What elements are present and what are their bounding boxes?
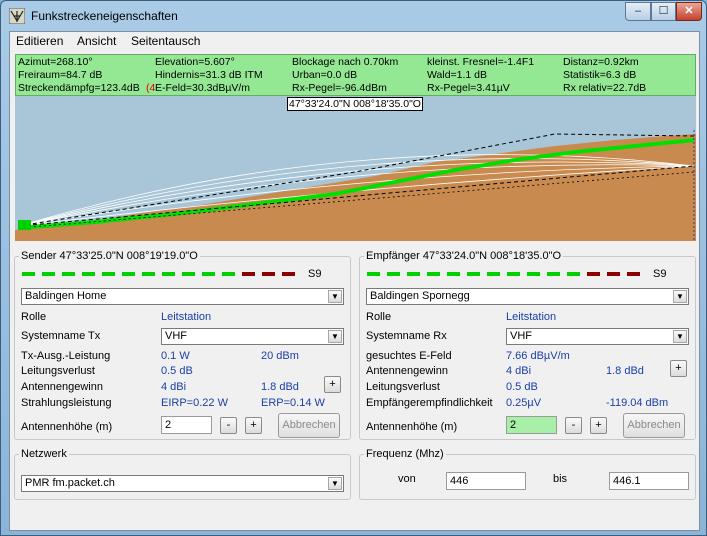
terrain-profile-plot[interactable]	[15, 96, 696, 241]
receiver-sensitivity-label: Empfängerempfindlichkeit	[366, 397, 493, 409]
chevron-down-icon: ▼	[673, 330, 687, 343]
sender-power-dbm: 20 dBm	[261, 350, 299, 362]
sender-height-input[interactable]: 2	[161, 416, 212, 434]
network-select[interactable]: PMR fm.packet.ch ▼	[21, 475, 344, 492]
sender-system-value: VHF	[165, 330, 187, 342]
receiver-loss-value: 0.5 dB	[506, 381, 538, 393]
stat-elevation: Elevation=5.607°	[155, 56, 235, 68]
sender-add-antenna-button[interactable]: +	[324, 376, 341, 393]
chevron-down-icon: ▼	[328, 477, 342, 490]
receiver-sensitivity-dbm: -119.04 dBm	[606, 397, 669, 409]
dialog-client-area: Editieren Ansicht Seitentausch Azimut=26…	[9, 31, 700, 531]
receiver-system-label: Systemname Rx	[366, 330, 447, 342]
sender-antenna-marker	[18, 220, 31, 230]
receiver-height-input[interactable]: 2	[506, 416, 557, 434]
chevron-down-icon: ▼	[673, 290, 687, 303]
menu-bar: Editieren Ansicht Seitentausch	[10, 32, 699, 50]
stat-hindernis: Hindernis=31.3 dB ITM	[155, 69, 263, 81]
stat-distanz: Distanz=0.92km	[563, 56, 639, 68]
sender-site-select[interactable]: Baldingen Home ▼	[21, 288, 344, 305]
receiver-add-antenna-button[interactable]: +	[670, 360, 687, 377]
sender-radiated-label: Strahlungsleistung	[21, 397, 112, 409]
dialog-window: Funkstreckeneigenschaften – ☐ ✕ Editiere…	[0, 0, 707, 536]
network-group: Netzwerk	[14, 448, 351, 500]
frequency-to-input[interactable]: 446.1	[609, 472, 689, 490]
stat-wald: Wald=1.1 dB	[427, 69, 488, 81]
receiver-legend: Empfänger 47°33'24.0"N 008°18'35.0"O	[366, 250, 562, 262]
stat-rx-pegel-dbm: Rx-Pegel=-96.4dBm	[292, 82, 387, 94]
sender-rolle-label: Rolle	[21, 311, 47, 323]
stat-efeld: E-Feld=30.3dBµV/m	[155, 82, 251, 94]
menu-editieren[interactable]: Editieren	[16, 34, 63, 48]
receiver-gain-dbi: 4 dBi	[506, 365, 532, 377]
receiver-gain-dbd: 1.8 dBd	[606, 365, 644, 377]
maximize-button[interactable]: ☐	[651, 2, 676, 21]
window-title: Funkstreckeneigenschaften	[31, 9, 178, 23]
network-value: PMR fm.packet.ch	[25, 477, 115, 489]
sender-power-w: 0.1 W	[161, 350, 190, 362]
frequency-from-label: von	[398, 473, 416, 485]
stat-rx-pegel-uv: Rx-Pegel=3.41µV	[427, 82, 510, 94]
receiver-cancel-button[interactable]: Abbrechen	[623, 413, 685, 438]
menu-seitentausch[interactable]: Seitentausch	[131, 34, 200, 48]
sender-loss-value: 0.5 dB	[161, 365, 193, 377]
menu-ansicht[interactable]: Ansicht	[77, 34, 116, 48]
antenna-tower-icon	[9, 8, 25, 24]
chevron-down-icon: ▼	[328, 330, 342, 343]
receiver-height-label: Antennenhöhe (m)	[366, 421, 458, 433]
network-legend: Netzwerk	[21, 448, 67, 460]
sender-height-decrement-button[interactable]: -	[220, 417, 237, 434]
receiver-signal-meter	[367, 270, 642, 279]
stat-streckendaempfung: Streckendämpfg=123.4dB	[18, 82, 140, 94]
minimize-button[interactable]: –	[625, 2, 651, 21]
stat-rx-relativ: Rx relativ=22.7dB	[563, 82, 647, 94]
receiver-efield-value: 7.66 dBµV/m	[506, 350, 570, 362]
close-button[interactable]: ✕	[676, 2, 702, 21]
stat-azimut: Azimut=268.10°	[18, 56, 93, 68]
receiver-gain-label: Antennengewinn	[366, 365, 448, 377]
frequency-legend: Frequenz (Mhz)	[366, 448, 444, 460]
link-statistics-panel: Azimut=268.10° Elevation=5.607° Blockage…	[15, 54, 696, 96]
receiver-system-value: VHF	[510, 330, 532, 342]
profile-coordinate-label: 47°33'24.0"N 008°18'35.0"O	[287, 97, 423, 111]
sender-cancel-button[interactable]: Abbrechen	[278, 413, 340, 438]
title-bar[interactable]: Funkstreckeneigenschaften – ☐ ✕	[1, 1, 706, 31]
frequency-from-input[interactable]: 446	[446, 472, 526, 490]
sender-gain-dbi: 4 dBi	[161, 381, 187, 393]
sender-signal-meter	[22, 270, 297, 279]
receiver-rolle-value: Leitstation	[506, 311, 557, 323]
sender-rolle-value: Leitstation	[161, 311, 212, 323]
stat-statistik: Statistik=6.3 dB	[563, 69, 637, 81]
stat-urban: Urban=0.0 dB	[292, 69, 358, 81]
sender-site-value: Baldingen Home	[25, 290, 107, 302]
receiver-efield-label: gesuchtes E-Feld	[366, 350, 452, 362]
receiver-site-select[interactable]: Baldingen Spornegg ▼	[366, 288, 689, 305]
receiver-sensitivity-uv: 0.25µV	[506, 397, 542, 409]
frequency-to-label: bis	[553, 473, 568, 485]
receiver-height-increment-button[interactable]: +	[590, 417, 607, 434]
sender-legend: Sender 47°33'25.0"N 008°19'19.0"O	[21, 250, 198, 262]
receiver-rolle-label: Rolle	[366, 311, 392, 323]
receiver-loss-label: Leitungsverlust	[366, 381, 440, 393]
sender-gain-dbd: 1.8 dBd	[261, 381, 299, 393]
receiver-site-value: Baldingen Spornegg	[370, 290, 470, 302]
sender-system-label: Systemname Tx	[21, 330, 101, 342]
sender-height-increment-button[interactable]: +	[245, 417, 262, 434]
chevron-down-icon: ▼	[328, 290, 342, 303]
sender-signal-level: S9	[308, 268, 322, 280]
stat-freiraum: Freiraum=84.7 dB	[18, 69, 103, 81]
sender-power-label: Tx-Ausg.-Leistung	[21, 350, 111, 362]
stat-fresnel: kleinst. Fresnel=-1.4F1	[427, 56, 535, 68]
sender-height-label: Antennenhöhe (m)	[21, 421, 113, 433]
receiver-height-decrement-button[interactable]: -	[565, 417, 582, 434]
sender-system-select[interactable]: VHF ▼	[161, 328, 344, 345]
stat-blockage: Blockage nach 0.70km	[292, 56, 399, 68]
sender-erp: ERP=0.14 W	[261, 397, 325, 409]
sender-loss-label: Leitungsverlust	[21, 365, 95, 377]
receiver-system-select[interactable]: VHF ▼	[506, 328, 689, 345]
receiver-signal-level: S9	[653, 268, 667, 280]
sender-gain-label: Antennengewinn	[21, 381, 103, 393]
sender-eirp: EIRP=0.22 W	[161, 397, 228, 409]
